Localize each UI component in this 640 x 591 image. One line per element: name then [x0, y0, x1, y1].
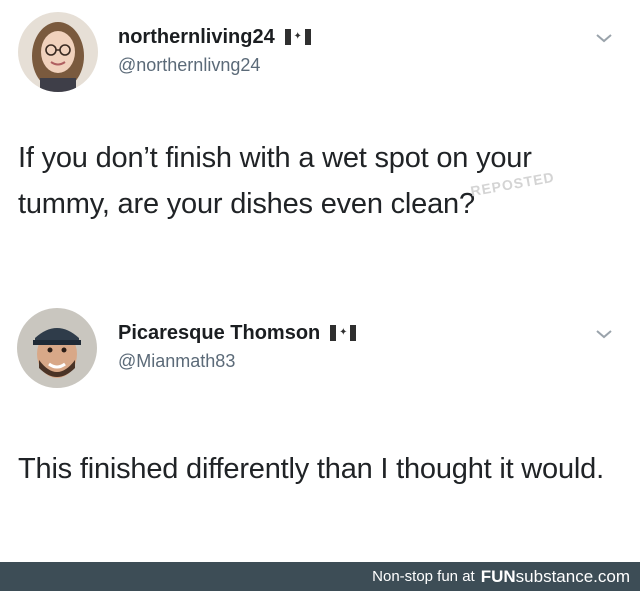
avatar[interactable]	[17, 308, 97, 388]
display-name[interactable]: northernliving24	[118, 24, 275, 50]
chevron-down-icon[interactable]	[594, 31, 614, 45]
chevron-down-icon[interactable]	[594, 327, 614, 341]
canada-flag-icon: ✦	[330, 325, 357, 341]
brand-prefix: FUN	[480, 566, 516, 586]
user-handle[interactable]: @Mianmath83	[118, 348, 356, 374]
user-handle[interactable]: @northernlivng24	[118, 52, 311, 78]
display-name[interactable]: Picaresque Thomson	[118, 320, 320, 346]
avatar-man-icon	[17, 308, 97, 388]
avatar-woman-icon	[18, 12, 98, 92]
tweet-header: Picaresque Thomson ✦ @Mianmath83	[118, 320, 357, 374]
tweet-header: northernliving24 ✦ @northernlivng24	[118, 24, 311, 78]
canada-flag-icon: ✦	[284, 29, 311, 45]
avatar[interactable]	[18, 12, 98, 92]
site-brand-link[interactable]: FUNsubstance.com	[481, 567, 630, 587]
footer-tagline: Non-stop fun at	[372, 568, 475, 585]
brand-suffix: substance.com	[515, 566, 630, 586]
tweet-text: This finished differently than I thought…	[18, 453, 604, 485]
footer-bar: Non-stop fun at FUNsubstance.com	[0, 562, 640, 591]
